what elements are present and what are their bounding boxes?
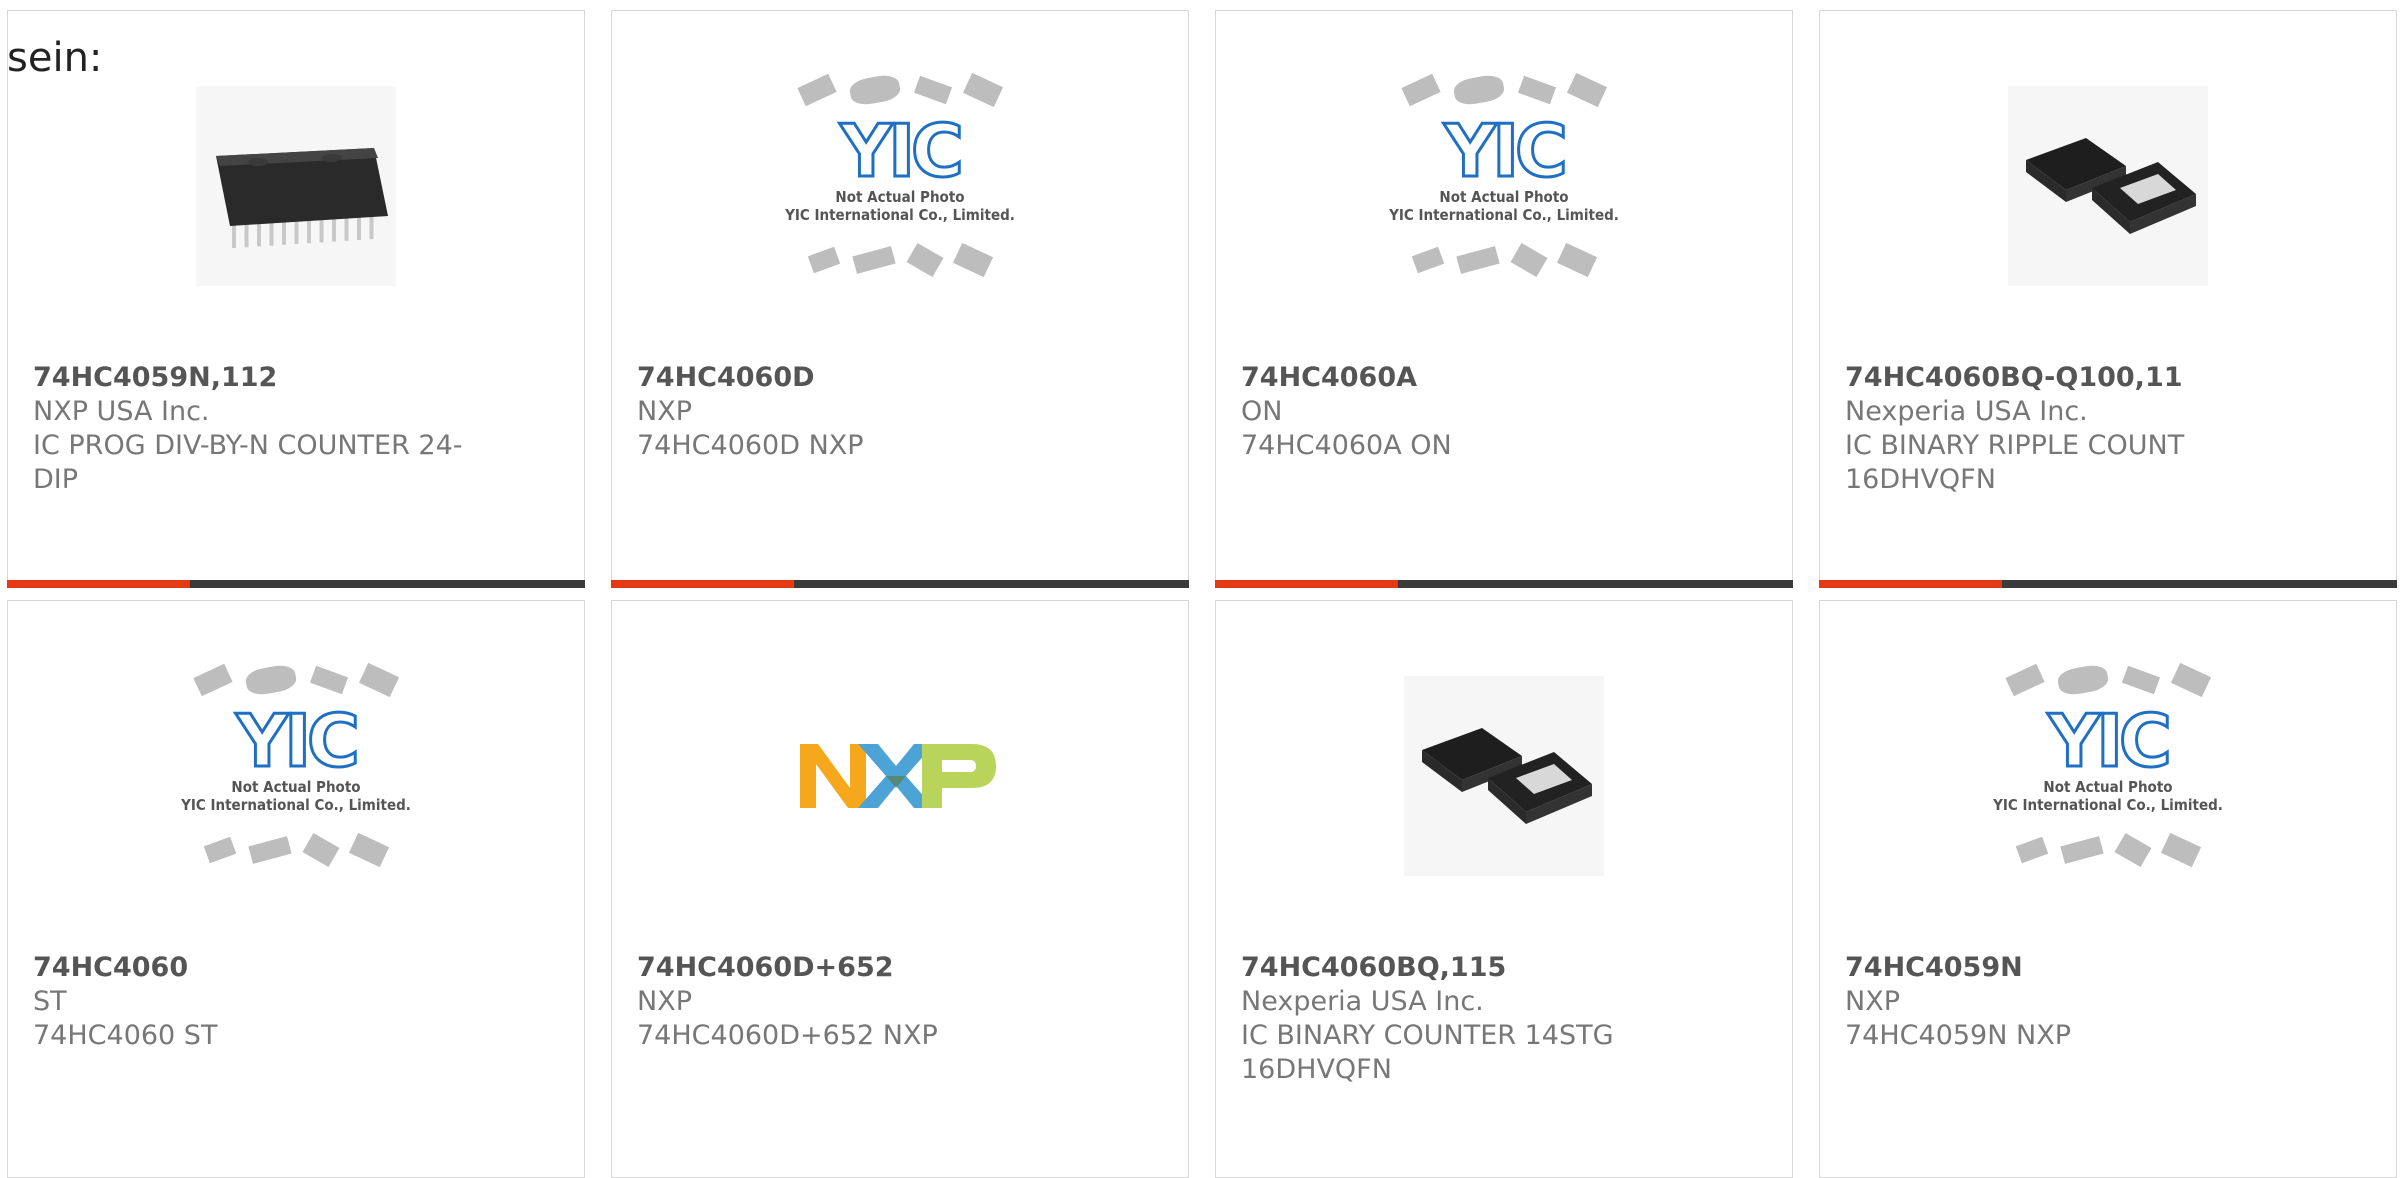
part-number-link[interactable]: 74HC4060D — [637, 361, 1088, 395]
product-description: 74HC4060 ST — [33, 1020, 218, 1051]
product-card[interactable]: YIC Not Actual Photo YIC International Co.… — [611, 10, 1189, 588]
yic-placeholder-image: YIC Not Actual Photo YIC International Co.… — [1974, 656, 2242, 896]
placeholder-caption-line1: Not Actual Photo — [2043, 778, 2173, 796]
chip-row-top — [162, 656, 430, 704]
part-number-link[interactable]: 74HC4059N — [1845, 951, 2296, 985]
product-image[interactable] — [1820, 81, 2396, 291]
section-heading: sein: — [7, 35, 103, 81]
product-description: 74HC4060D+652 NXP — [637, 1020, 938, 1051]
card-hover-bar-accent — [611, 580, 794, 588]
product-info: 74HC4059N NXP 74HC4059N NXP — [1845, 951, 2296, 1053]
part-number-link[interactable]: 74HC4060BQ,115 — [1241, 951, 1692, 985]
product-image[interactable]: YIC Not Actual Photo YIC International Co.… — [1216, 72, 1792, 291]
product-card[interactable]: YIC Not Actual Photo YIC International Co.… — [1215, 10, 1793, 588]
product-description: IC BINARY COUNTER 14STG 16DHVQFN — [1241, 1020, 1614, 1085]
yic-logo: YIC — [235, 699, 362, 783]
product-card[interactable]: 74HC4060D+652 NXP 74HC4060D+652 NXP — [611, 600, 1189, 1178]
chip-row-bottom — [766, 232, 1034, 288]
chip-row-top — [1370, 66, 1638, 114]
placeholder-caption-line2: YIC International Co., Limited. — [181, 796, 411, 814]
card-hover-bar-accent — [1215, 580, 1398, 588]
product-info: 74HC4059N,112 NXP USA Inc. IC PROG DIV-BY-… — [33, 361, 484, 497]
card-hover-bar — [7, 580, 585, 588]
product-description: IC BINARY RIPPLE COUNT 16DHVQFN — [1845, 430, 2185, 495]
manufacturer-name: NXP — [1845, 986, 1900, 1017]
manufacturer-name: NXP USA Inc. — [33, 396, 210, 427]
product-card[interactable]: 74HC4060BQ-Q100,11 Nexperia USA Inc. IC BI… — [1819, 10, 2397, 588]
placeholder-caption-line1: Not Actual Photo — [1439, 188, 1569, 206]
placeholder-caption-line2: YIC International Co., Limited. — [785, 206, 1015, 224]
chip-row-bottom — [1370, 232, 1638, 288]
manufacturer-name: ST — [33, 986, 67, 1017]
product-card[interactable]: YIC Not Actual Photo YIC International Co.… — [1819, 600, 2397, 1178]
placeholder-caption-line2: YIC International Co., Limited. — [1993, 796, 2223, 814]
product-image[interactable] — [8, 81, 584, 291]
card-hover-bar-accent — [1819, 580, 2002, 588]
placeholder-caption-line1: Not Actual Photo — [835, 188, 965, 206]
product-card[interactable]: YIC Not Actual Photo YIC International Co.… — [7, 600, 585, 1178]
product-info: 74HC4060BQ-Q100,11 Nexperia USA Inc. IC BI… — [1845, 361, 2296, 497]
product-info: 74HC4060 ST 74HC4060 ST — [33, 951, 484, 1053]
chip-row-bottom — [1974, 822, 2242, 878]
product-image[interactable] — [1216, 671, 1792, 881]
qfn-chip-icon — [1404, 676, 1604, 876]
yic-logo: YIC — [2047, 699, 2174, 783]
manufacturer-name: Nexperia USA Inc. — [1845, 396, 2088, 427]
part-number-link[interactable]: 74HC4059N,112 — [33, 361, 484, 395]
card-hover-bar — [611, 580, 1189, 588]
part-number-link[interactable]: 74HC4060D+652 — [637, 951, 1088, 985]
product-description: 74HC4060A ON — [1241, 430, 1452, 461]
product-info: 74HC4060A ON 74HC4060A ON — [1241, 361, 1692, 463]
placeholder-caption-line2: YIC International Co., Limited. — [1389, 206, 1619, 224]
nxp-logo-mark — [800, 744, 996, 808]
yic-logo: YIC — [839, 109, 966, 193]
yic-placeholder-image: YIC Not Actual Photo YIC International Co.… — [766, 66, 1034, 306]
product-info: 74HC4060D+652 NXP 74HC4060D+652 NXP — [637, 951, 1088, 1053]
manufacturer-name: Nexperia USA Inc. — [1241, 986, 1484, 1017]
product-grid: 74HC4059N,112 NXP USA Inc. IC PROG DIV-BY-… — [0, 0, 2400, 1178]
card-hover-bar — [1819, 580, 2397, 588]
manufacturer-name: NXP — [637, 396, 692, 427]
card-hover-bar-accent — [7, 580, 190, 588]
product-image[interactable] — [612, 671, 1188, 881]
product-description: 74HC4059N NXP — [1845, 1020, 2071, 1051]
product-card[interactable]: 74HC4059N,112 NXP USA Inc. IC PROG DIV-BY-… — [7, 10, 585, 588]
yic-placeholder-image: YIC Not Actual Photo YIC International Co.… — [162, 656, 430, 896]
product-image[interactable]: YIC Not Actual Photo YIC International Co.… — [8, 662, 584, 881]
product-image[interactable]: YIC Not Actual Photo YIC International Co.… — [612, 72, 1188, 291]
nxp-logo — [800, 726, 1000, 826]
card-hover-bar — [1215, 580, 1793, 588]
manufacturer-name: NXP — [637, 986, 692, 1017]
manufacturer-name: ON — [1241, 396, 1283, 427]
placeholder-caption-line1: Not Actual Photo — [231, 778, 361, 796]
part-number-link[interactable]: 74HC4060BQ-Q100,11 — [1845, 361, 2296, 395]
product-description: IC PROG DIV-BY-N COUNTER 24-DIP — [33, 430, 463, 495]
qfn-chip-icon — [2008, 86, 2208, 286]
dip-24-chip-icon — [196, 86, 396, 286]
chip-row-top — [1974, 656, 2242, 704]
part-number-link[interactable]: 74HC4060A — [1241, 361, 1692, 395]
product-description: 74HC4060D NXP — [637, 430, 864, 461]
product-card[interactable]: 74HC4060BQ,115 Nexperia USA Inc. IC BINARY… — [1215, 600, 1793, 1178]
part-number-link[interactable]: 74HC4060 — [33, 951, 484, 985]
yic-logo: YIC — [1443, 109, 1570, 193]
product-info: 74HC4060D NXP 74HC4060D NXP — [637, 361, 1088, 463]
product-image[interactable]: YIC Not Actual Photo YIC International Co.… — [1820, 662, 2396, 881]
chip-row-top — [766, 66, 1034, 114]
chip-row-bottom — [162, 822, 430, 878]
product-info: 74HC4060BQ,115 Nexperia USA Inc. IC BINARY… — [1241, 951, 1692, 1087]
yic-placeholder-image: YIC Not Actual Photo YIC International Co.… — [1370, 66, 1638, 306]
